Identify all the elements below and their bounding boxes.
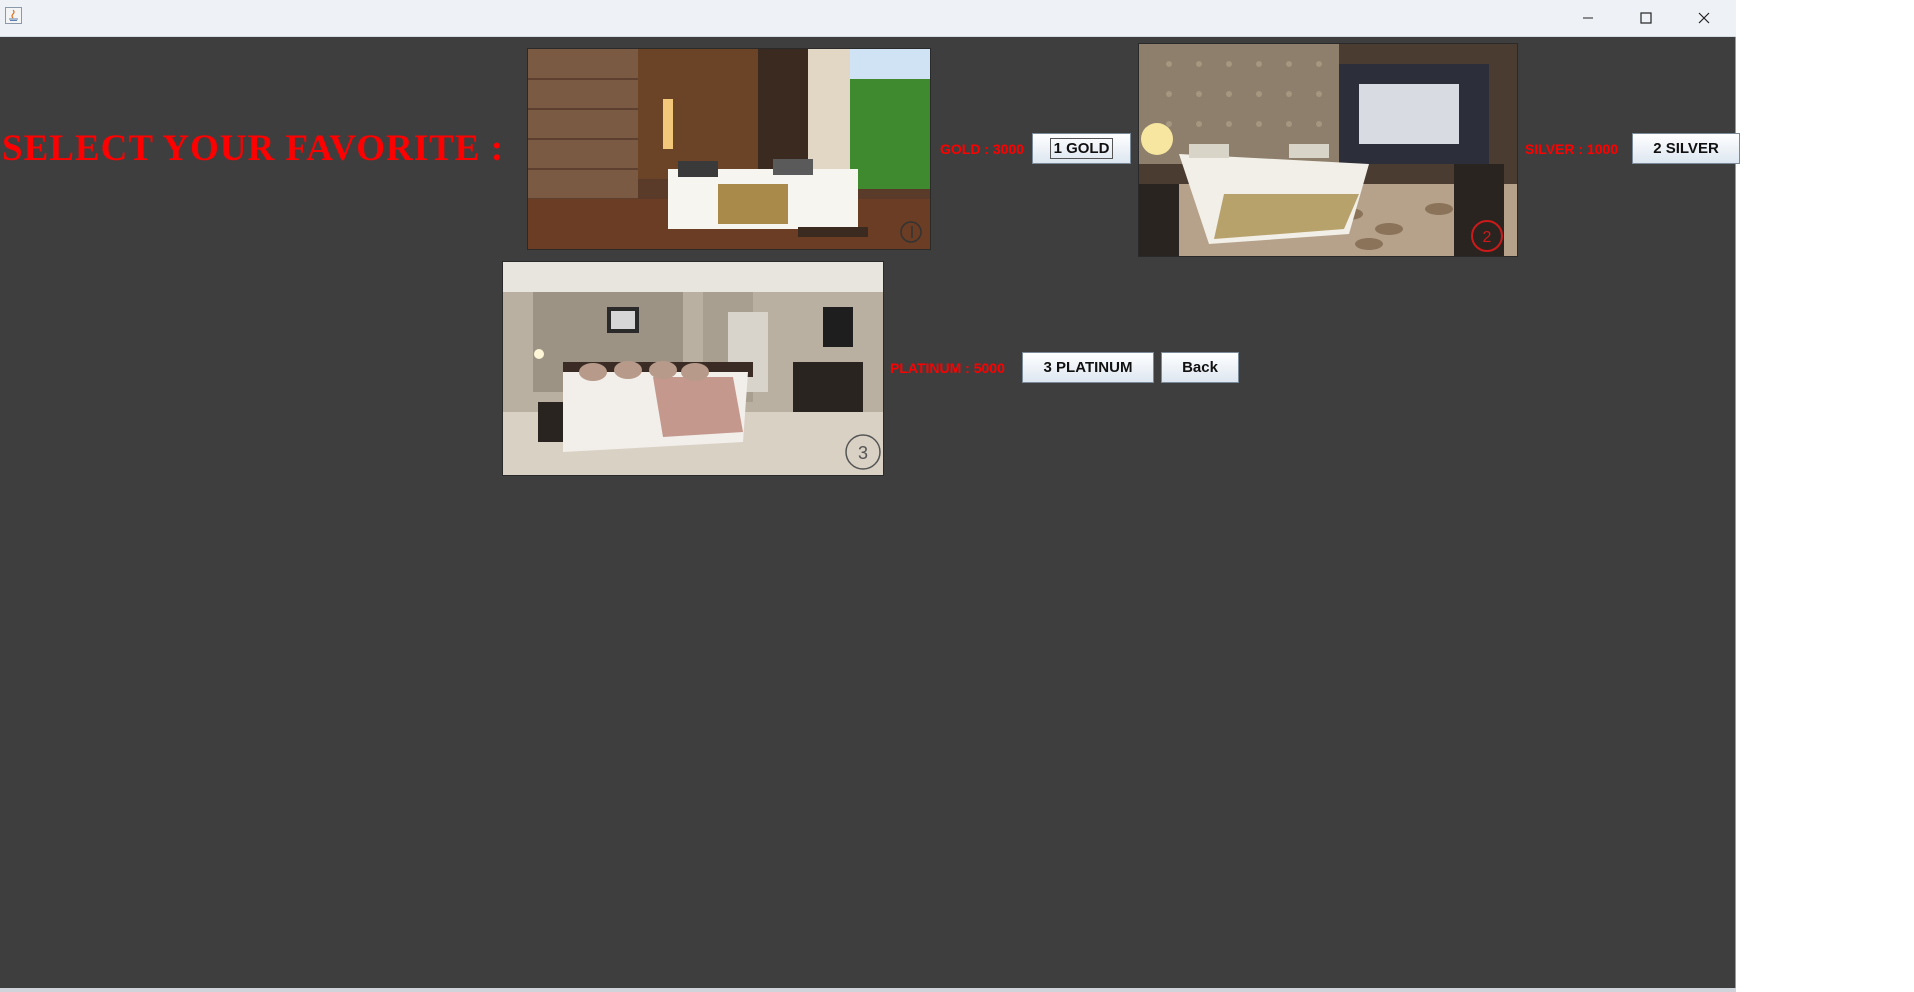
minimize-button[interactable] xyxy=(1559,0,1617,36)
back-button[interactable]: Back xyxy=(1161,352,1239,383)
gold-price-label: GOLD : 3000 xyxy=(940,141,1025,157)
title-bar xyxy=(0,0,1736,37)
silver-select-button[interactable]: 2 SILVER xyxy=(1632,133,1740,164)
svg-text:3: 3 xyxy=(858,443,868,463)
gold-room-image xyxy=(527,48,931,250)
maximize-icon xyxy=(1640,12,1652,24)
app-window: SELECT YOUR FAVORITE : GOLD: 3000 1 GOL… xyxy=(0,0,1740,992)
close-button[interactable] xyxy=(1675,0,1733,36)
platinum-select-button[interactable]: 3 PLATINUM xyxy=(1022,352,1154,383)
silver-price-label: SILVER : 1000 xyxy=(1525,141,1619,157)
back-button-label: Back xyxy=(1182,359,1218,376)
maximize-button[interactable] xyxy=(1617,0,1675,36)
platinum-price-label: PLATINUM : 5000 xyxy=(890,360,1005,376)
close-icon xyxy=(1698,12,1710,24)
gold-select-button[interactable]: 1 GOLD xyxy=(1032,133,1131,164)
minimize-icon xyxy=(1583,17,1593,19)
page-title: SELECT YOUR FAVORITE : xyxy=(2,128,505,169)
platinum-room-image: 3 xyxy=(502,261,884,476)
platinum-select-button-label: 3 PLATINUM xyxy=(1043,359,1133,376)
content-pane: SELECT YOUR FAVORITE : GOLD: 3000 1 GOL… xyxy=(0,37,1740,992)
window-bottom-border xyxy=(0,988,1736,992)
silver-room-image: 2 xyxy=(1138,43,1518,257)
svg-text:2: 2 xyxy=(1483,229,1492,246)
java-app-icon xyxy=(5,7,22,24)
gold-select-button-label: 1 GOLD xyxy=(1049,138,1114,159)
silver-select-button-label: 2 SILVER xyxy=(1653,140,1719,157)
